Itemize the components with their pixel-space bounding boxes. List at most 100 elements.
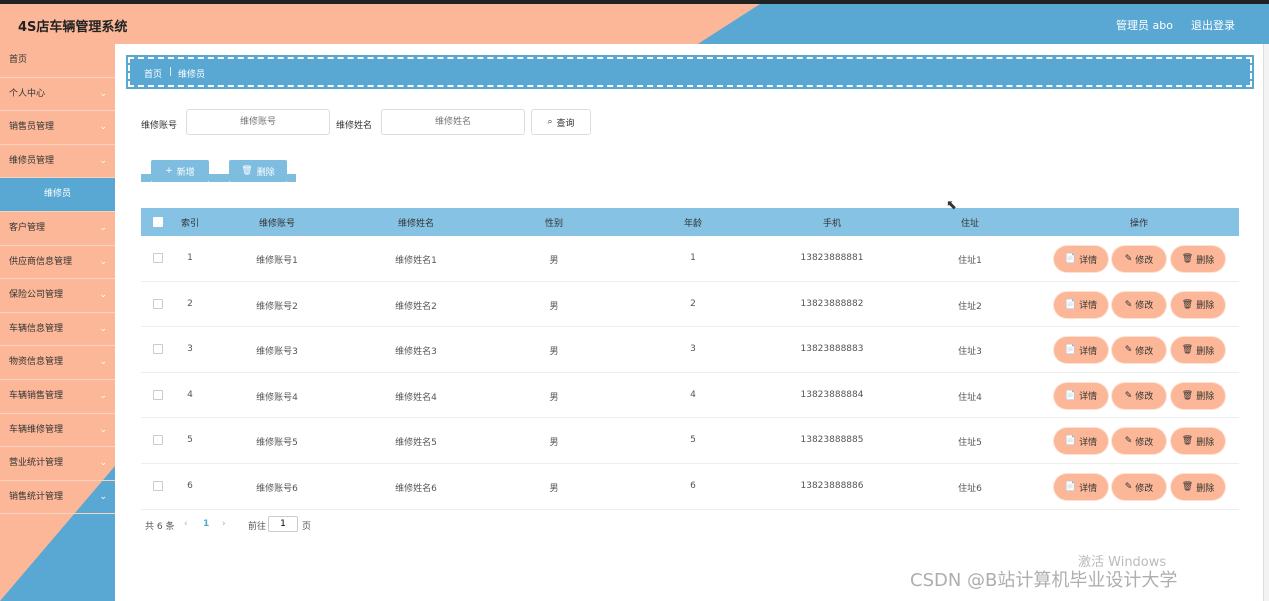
sidebar-item-8[interactable]: 车辆信息管理 ⌄ <box>0 313 115 347</box>
row-checkbox[interactable] <box>153 389 163 400</box>
sidebar-item-4[interactable]: 维修员 <box>0 178 115 212</box>
sidebar-item-10[interactable]: 车辆销售管理 ⌄ <box>0 380 115 414</box>
csdn-watermark: CSDN @B站计算机毕业设计大学 <box>910 570 1178 591</box>
cell-address: 住址2 <box>958 301 982 312</box>
sidebar-item-0[interactable]: 首页 <box>0 44 115 78</box>
detail-button[interactable]: 📄 详情 <box>1055 383 1107 408</box>
cell-age: 1 <box>690 253 696 263</box>
edit-button-label: 修改 <box>1135 346 1154 357</box>
table-header: 索引 维修账号 维修姓名 性别 年龄 手机 住址 操作 <box>141 208 1239 236</box>
row-checkbox[interactable] <box>153 298 163 309</box>
sidebar-item-label: 销售统计管理 <box>9 491 64 502</box>
cell-index: 1 <box>187 253 193 263</box>
top-header: 4S店车辆管理系统 管理员 abo 退出登录 <box>0 0 1269 44</box>
cell-account: 维修账号6 <box>256 484 298 494</box>
name-search-input[interactable] <box>381 109 525 135</box>
row-delete-button[interactable]: 🗑 删除 <box>1172 383 1224 408</box>
sidebar-item-5[interactable]: 客户管理 ⌄ <box>0 212 115 246</box>
row-checkbox[interactable] <box>153 481 163 491</box>
sidebar-item-13[interactable]: 销售统计管理 ⌄ <box>0 481 115 515</box>
table-row: 1 维修账号1 维修姓名1 男 1 13823888881 住址1 📄 详情 ✎ 修改 🗑 删除 <box>141 236 1239 282</box>
breadcrumb-home[interactable]: 首页 <box>144 67 162 80</box>
row-delete-button[interactable]: 🗑 删除 <box>1172 292 1224 317</box>
chevron-down-icon: ⌄ <box>99 424 107 435</box>
sidebar-item-11[interactable]: 车辆维修管理 ⌄ <box>0 414 115 448</box>
pagination-goto-input[interactable] <box>268 516 298 532</box>
detail-button[interactable]: 📄 详情 <box>1055 475 1107 499</box>
sidebar: 首页 个人中心 ⌄ 销售员管理 ⌄ 维修员管理 ⌄ 维修员 客户管理 ⌄ 供应商信息管理 ⌄ 保险公司管… <box>0 44 115 601</box>
row-checkbox[interactable] <box>153 253 163 263</box>
th-age: 年龄 <box>683 219 703 229</box>
sidebar-item-7[interactable]: 保险公司管理 ⌄ <box>0 279 115 313</box>
table-row: 4 维修账号4 维修姓名4 男 4 13823888884 住址4 📄 详情 ✎ 修改 🗑 删除 <box>141 372 1239 419</box>
account-search-input[interactable] <box>186 109 330 135</box>
edit-button[interactable]: ✎ 修改 <box>1113 338 1165 363</box>
edit-button[interactable]: ✎ 修改 <box>1113 383 1165 408</box>
delete-label: 删除 <box>256 167 275 178</box>
query-label: 查询 <box>556 118 575 129</box>
trash-icon: 🗑 <box>1181 345 1194 356</box>
detail-button[interactable]: 📄 详情 <box>1055 429 1107 454</box>
trash-icon: 🗑 <box>1181 390 1194 401</box>
cell-age: 5 <box>690 435 696 446</box>
edit-button[interactable]: ✎ 修改 <box>1113 429 1165 454</box>
breadcrumb: 首页 | 维修员 <box>126 55 1254 89</box>
row-delete-button-label: 删除 <box>1196 437 1215 448</box>
cell-phone: 13823888884 <box>800 389 864 400</box>
edit-button[interactable]: ✎ 修改 <box>1113 292 1165 317</box>
sidebar-item-12[interactable]: 营业统计管理 ⌄ <box>0 447 115 481</box>
document-icon: 📄 <box>1064 390 1077 401</box>
row-checkbox[interactable] <box>153 344 163 355</box>
sidebar-item-label: 车辆销售管理 <box>9 390 64 401</box>
cell-account: 维修账号4 <box>256 392 298 403</box>
pagination-next[interactable]: › <box>222 519 226 529</box>
edit-button[interactable]: ✎ 修改 <box>1113 475 1165 499</box>
sidebar-item-9[interactable]: 物资信息管理 ⌄ <box>0 346 115 380</box>
select-all-checkbox[interactable] <box>153 217 163 227</box>
cell-age: 3 <box>690 344 696 355</box>
detail-button[interactable]: 📄 详情 <box>1055 292 1107 317</box>
cell-name: 维修姓名6 <box>395 484 437 494</box>
chevron-down-icon: ⌄ <box>99 222 107 233</box>
query-button[interactable]: ⌕ 查询 <box>531 109 591 135</box>
pagination-page-suffix: 页 <box>302 522 312 532</box>
sidebar-item-label: 销售员管理 <box>9 122 55 133</box>
sidebar-item-6[interactable]: 供应商信息管理 ⌄ <box>0 246 115 280</box>
detail-button[interactable]: 📄 详情 <box>1055 338 1107 363</box>
row-delete-button[interactable]: 🗑 删除 <box>1172 475 1224 499</box>
edit-button-label: 修改 <box>1135 392 1154 403</box>
cell-name: 维修姓名4 <box>395 392 437 403</box>
pagination-page[interactable]: 1 <box>203 519 209 529</box>
row-delete-button-label: 删除 <box>1196 392 1215 403</box>
sidebar-item-label: 物资信息管理 <box>9 357 64 368</box>
delete-button[interactable]: 🗑 删除 <box>229 160 287 182</box>
chevron-down-icon: ⌄ <box>99 88 107 99</box>
th-account: 维修账号 <box>258 219 296 229</box>
sidebar-item-2[interactable]: 销售员管理 ⌄ <box>0 111 115 145</box>
sidebar-item-label: 营业统计管理 <box>9 458 64 469</box>
pagination-total: 共 6 条 <box>145 522 175 532</box>
pagination-prev[interactable]: ‹ <box>184 519 188 529</box>
add-button[interactable]: + 新增 <box>151 160 209 182</box>
row-delete-button[interactable]: 🗑 删除 <box>1172 247 1224 271</box>
edit-button[interactable]: ✎ 修改 <box>1113 247 1165 271</box>
window-scrollbar[interactable] <box>1263 44 1269 601</box>
th-phone: 手机 <box>822 219 842 229</box>
trash-icon: 🗑 <box>1181 482 1194 492</box>
app-title: 4S店车辆管理系统 <box>18 20 128 35</box>
row-delete-button[interactable]: 🗑 删除 <box>1172 338 1224 363</box>
sidebar-item-3[interactable]: 维修员管理 ⌄ <box>0 145 115 179</box>
logout-link[interactable]: 退出登录 <box>1191 17 1235 33</box>
breadcrumb-separator: | <box>169 67 173 77</box>
table-row: 3 维修账号3 维修姓名3 男 3 13823888883 住址3 📄 详情 ✎ 修改 🗑 删除 <box>141 327 1239 373</box>
sidebar-item-1[interactable]: 个人中心 ⌄ <box>0 78 115 112</box>
cell-phone: 13823888885 <box>800 435 864 446</box>
th-operations: 操作 <box>1129 219 1149 229</box>
chevron-down-icon: ⌄ <box>99 256 107 267</box>
pencil-icon: ✎ <box>1124 345 1133 356</box>
document-icon: 📄 <box>1064 299 1077 310</box>
detail-button[interactable]: 📄 详情 <box>1055 247 1107 271</box>
row-checkbox[interactable] <box>153 435 163 446</box>
delete-button-decoration-right <box>287 174 296 182</box>
row-delete-button[interactable]: 🗑 删除 <box>1172 429 1224 454</box>
